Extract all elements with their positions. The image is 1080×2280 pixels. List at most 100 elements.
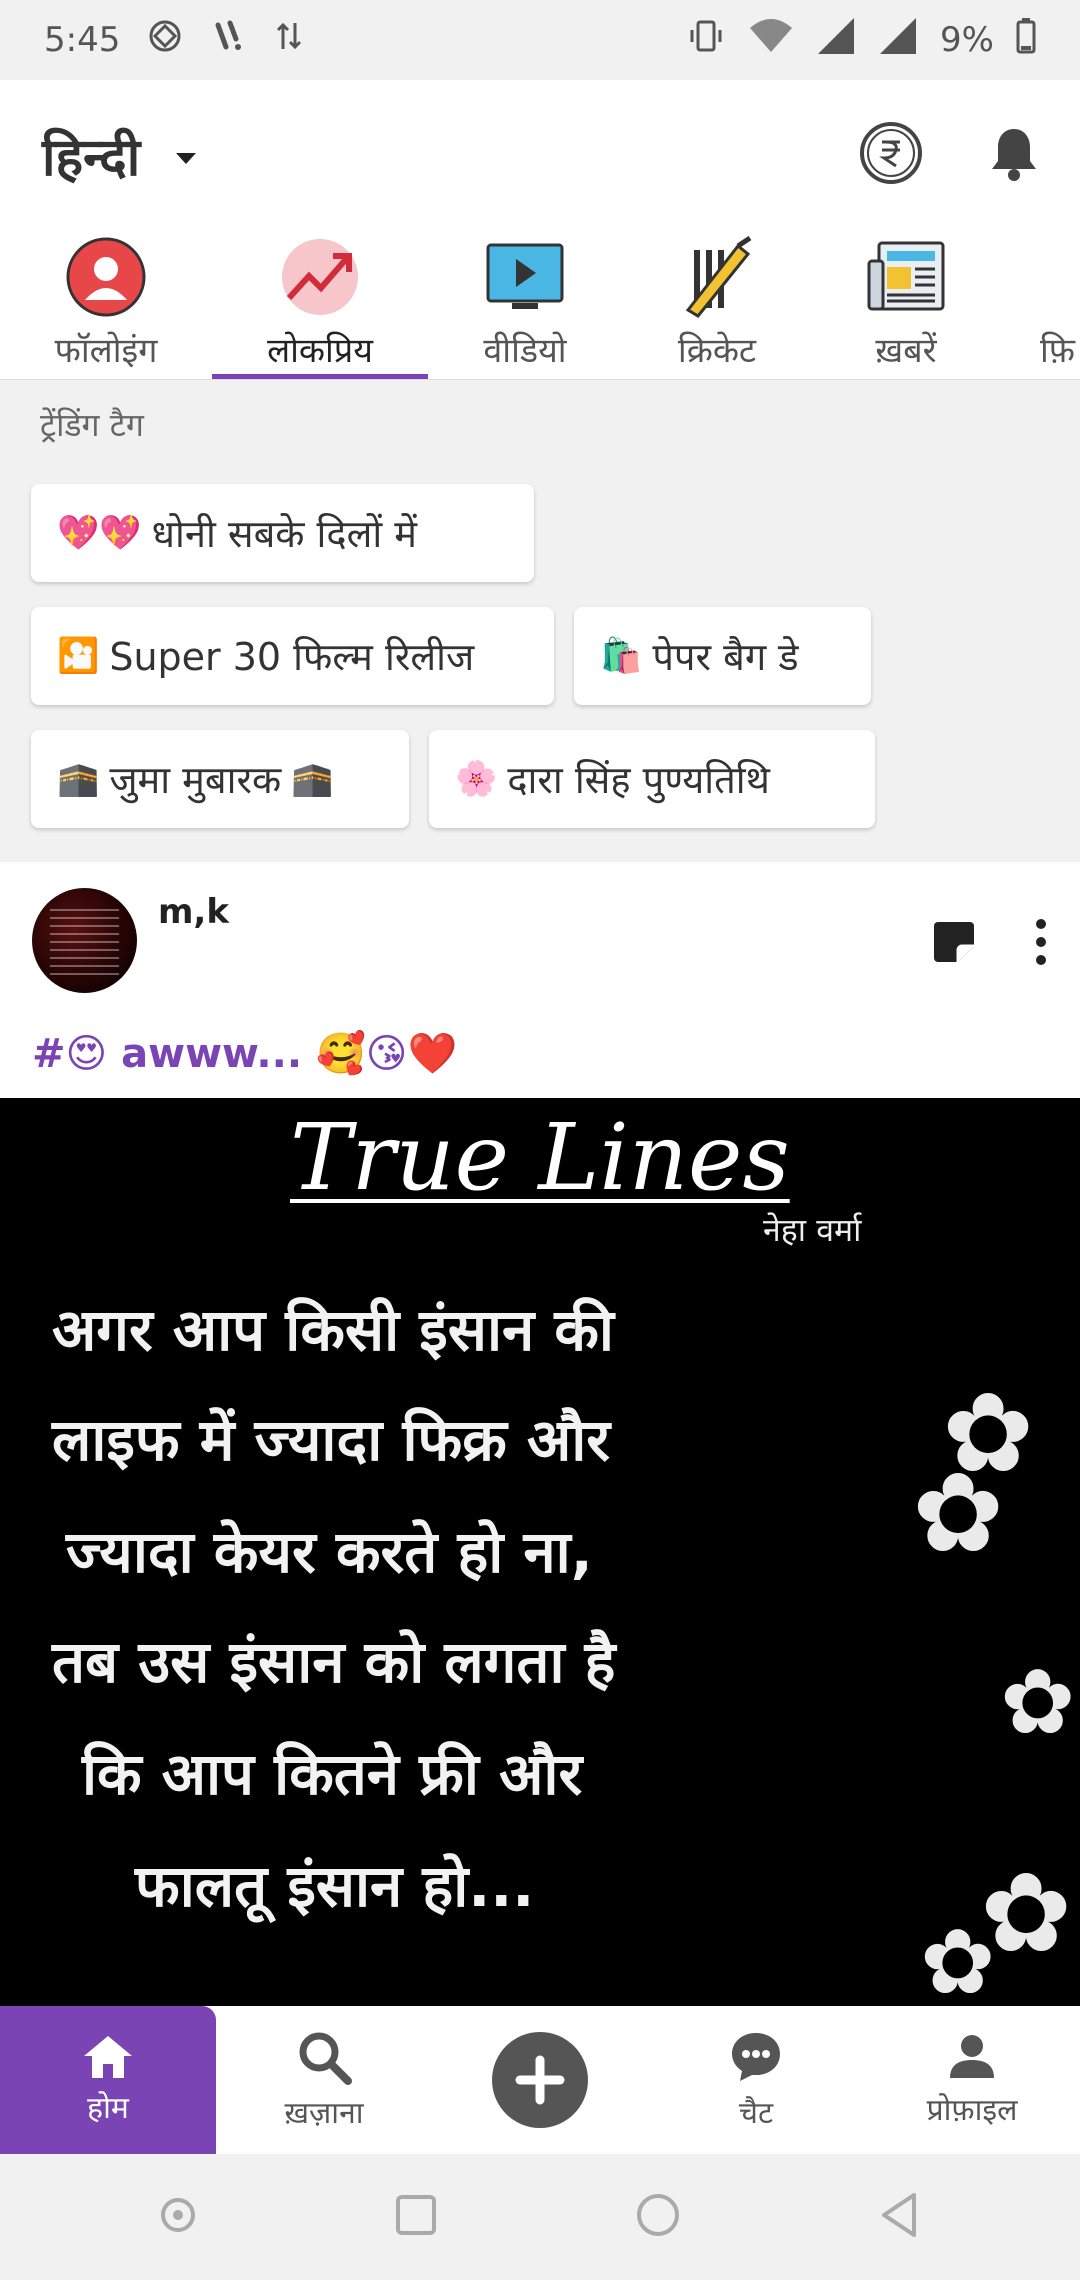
- tab-label: ख़बरें: [875, 331, 937, 371]
- battery-percent: 9%: [940, 20, 994, 60]
- image-text-line: कि आप कितने फ्री और: [82, 1740, 583, 1808]
- image-text-line: ज्यादा केयर करते हो ना,: [66, 1518, 593, 1586]
- notification-alert-icon: [210, 17, 248, 63]
- nav-create[interactable]: [432, 2006, 648, 2154]
- home-icon: [84, 2035, 132, 2078]
- tag-label: Super 30 फिल्म रिलीज: [109, 635, 475, 679]
- tag-emoji: 🕋: [57, 759, 100, 799]
- chevron-down-icon: [176, 152, 197, 164]
- tag-emoji: 🛍️: [600, 636, 643, 676]
- tab-video[interactable]: वीडियो: [428, 230, 622, 379]
- category-tabs: फॉलोइंग लोकप्रिय वीडियो क्रिकेट ख़बरें फ…: [0, 230, 1080, 380]
- tag-chip[interactable]: 🌸 दारा सिंह पुण्यतिथि: [429, 730, 875, 828]
- signal-icon-1: [816, 16, 856, 64]
- nav-label: प्रोफ़ाइल: [926, 2092, 1018, 2128]
- following-icon: [66, 237, 146, 317]
- tag-chip[interactable]: 🎦 Super 30 फिल्म रिलीज: [31, 607, 554, 705]
- plus-icon: [515, 2055, 565, 2105]
- post-username[interactable]: m,k: [158, 892, 229, 932]
- signal-icon-2: [878, 16, 918, 64]
- chat-icon: [732, 2032, 780, 2081]
- image-text-line: अगर आप किसी इंसान की: [52, 1296, 614, 1364]
- cricket-icon: [685, 236, 752, 318]
- nav-label: चैट: [738, 2095, 774, 2131]
- image-text-line: तब उस इंसान को लगता है: [52, 1628, 616, 1696]
- trending-icon: [282, 239, 358, 315]
- tab-label: फ़ि: [1040, 331, 1076, 371]
- back-button[interactable]: [878, 2191, 922, 2243]
- tag-chip[interactable]: 🛍️ पेपर बैग डे: [574, 607, 871, 705]
- rupee-icon: [860, 122, 922, 184]
- tag-emoji: 🎦: [57, 636, 100, 676]
- home-circle-icon: [637, 2194, 679, 2236]
- tab-popular[interactable]: लोकप्रिय: [212, 230, 428, 379]
- flower-decoration: ✿: [912, 1449, 1005, 1577]
- image-author: नेहा वर्मा: [763, 1211, 862, 1249]
- profile-icon: [950, 2034, 994, 2078]
- recents-button[interactable]: [394, 2193, 438, 2241]
- flower-decoration: ✿: [920, 1910, 996, 2007]
- recents-icon: [396, 2195, 436, 2235]
- image-text-line: लाइफ में ज्यादा फिक्र और: [52, 1406, 610, 1474]
- bell-icon: [992, 129, 1036, 181]
- post-card: m,k #😍 awww... 🥰😘❤️ True Lines नेहा वर्म…: [0, 862, 1080, 2006]
- status-time: 5:45: [44, 20, 121, 60]
- tag-label: पेपर बैग डे: [652, 635, 799, 679]
- tag-label: दारा सिंह पुण्यतिथि: [507, 758, 770, 802]
- language-selector[interactable]: हिन्दी: [42, 120, 197, 191]
- data-transfer-icon: [274, 17, 304, 63]
- tab-following[interactable]: फॉलोइंग: [0, 230, 212, 379]
- avatar[interactable]: [32, 888, 137, 993]
- tab-label: लोकप्रिय: [267, 331, 373, 371]
- nav-label: ख़ज़ाना: [284, 2095, 364, 2131]
- nav-chat[interactable]: चैट: [648, 2006, 864, 2154]
- assistant-icon: [161, 2198, 195, 2232]
- search-icon: [299, 2032, 352, 2085]
- trending-title: ट्रेंडिंग टैग: [40, 406, 144, 444]
- tab-news[interactable]: ख़बरें: [812, 230, 1000, 379]
- sticker-button[interactable]: [930, 918, 978, 970]
- news-icon: [867, 241, 945, 311]
- sticker-icon: [934, 922, 974, 962]
- tab-film[interactable]: फ़ि: [1000, 230, 1080, 379]
- language-label: हिन्दी: [42, 127, 141, 188]
- tag-label: जुमा मुबारक: [109, 758, 282, 802]
- notifications-button[interactable]: [990, 125, 1038, 185]
- tab-cricket[interactable]: क्रिकेट: [622, 230, 812, 379]
- image-title: True Lines: [290, 1104, 790, 1211]
- bottom-nav: होम ख़ज़ाना चैट प्रोफ़ाइल: [0, 2006, 1080, 2154]
- image-text-line: फालतू इंसान हो...: [135, 1852, 535, 1920]
- nav-treasure[interactable]: ख़ज़ाना: [216, 2006, 432, 2154]
- add-post-button[interactable]: [492, 2032, 588, 2128]
- do-not-disturb-icon: [146, 17, 184, 63]
- nav-home[interactable]: होम: [0, 2006, 216, 2154]
- post-image[interactable]: True Lines नेहा वर्मा अगर आप किसी इंसान …: [0, 1098, 1080, 2006]
- tag-label: धोनी सबके दिलों में: [151, 512, 417, 556]
- wifi-icon: [748, 16, 794, 64]
- video-icon: [486, 243, 564, 309]
- rupee-coin-button[interactable]: [858, 120, 924, 190]
- tag-emoji: 🌸: [455, 759, 498, 799]
- app-header: हिन्दी: [0, 80, 1080, 230]
- nav-profile[interactable]: प्रोफ़ाइल: [864, 2006, 1080, 2154]
- tag-emoji: 💖💖: [57, 513, 142, 553]
- assistant-button[interactable]: [158, 2195, 198, 2239]
- status-bar: 5:45 9%: [0, 0, 1080, 80]
- tab-label: फॉलोइंग: [54, 331, 158, 371]
- more-vert-icon: [1036, 919, 1046, 965]
- system-nav-bar: [0, 2154, 1080, 2280]
- flower-decoration: ✿: [1000, 1650, 1076, 1755]
- tab-label: वीडियो: [483, 331, 567, 371]
- post-caption[interactable]: #😍 awww... 🥰😘❤️: [32, 1030, 457, 1077]
- back-icon: [882, 2193, 916, 2237]
- trending-tags-section: ट्रेंडिंग टैग 💖💖 धोनी सबके दिलों में 🎦 S…: [0, 381, 1080, 861]
- vibrate-icon: [686, 16, 726, 64]
- nav-label: होम: [87, 2090, 129, 2126]
- tag-emoji-suffix: 🕋: [291, 759, 334, 799]
- tag-chip[interactable]: 💖💖 धोनी सबके दिलों में: [31, 484, 534, 582]
- more-options-button[interactable]: [1034, 918, 1048, 970]
- tab-label: क्रिकेट: [677, 331, 757, 371]
- tag-chip[interactable]: 🕋 जुमा मुबारक 🕋: [31, 730, 409, 828]
- battery-icon: [1016, 18, 1036, 62]
- home-system-button[interactable]: [634, 2191, 682, 2243]
